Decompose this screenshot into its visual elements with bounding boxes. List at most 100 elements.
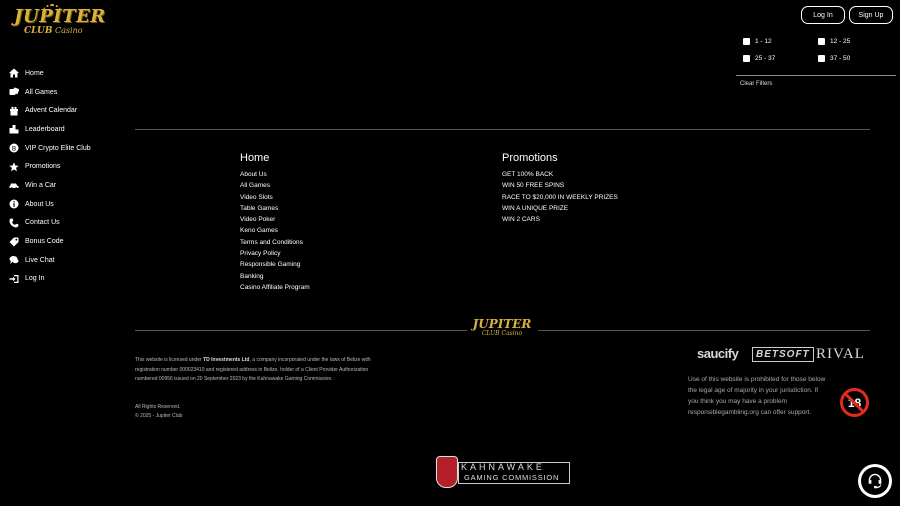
sidebar-item-label: Win a Car	[25, 181, 57, 189]
footer-link[interactable]: Video Slots	[240, 192, 310, 203]
footer-link[interactable]: Video Poker	[240, 214, 310, 225]
sidebar-item-log-in[interactable]: Log In	[8, 270, 128, 289]
footer-link[interactable]: WIN 50 FREE SPINS	[502, 180, 618, 191]
rival-logo: RIVAL	[816, 346, 865, 362]
sidebar-item-vip-crypto[interactable]: B VIP Crypto Elite Club	[8, 139, 128, 158]
saucify-logo: saucify	[697, 346, 739, 361]
leaderboard-icon	[8, 123, 20, 135]
filter-option[interactable]: 12 - 25	[818, 38, 850, 45]
filter-checkbox[interactable]	[743, 55, 750, 62]
copyright: © 2025 - Jupiter Club	[135, 413, 183, 419]
age-restriction-notice: Use of this website is prohibited for th…	[688, 376, 826, 416]
sidebar-nav: Home All Games Advent Calendar Leaderboa…	[8, 64, 128, 288]
age-18-badge: 18	[840, 388, 869, 417]
footer-link[interactable]: WIN 2 CARS	[502, 214, 618, 225]
signup-button[interactable]: Sign Up	[849, 6, 893, 24]
footer-logo-club: CLUB	[481, 330, 500, 337]
sidebar-item-label: Promotions	[25, 163, 61, 171]
kahnawake-gaming-commission-logo[interactable]: KAHNAWAKE GAMING COMMISSION	[436, 456, 570, 488]
license-company: TD Investments Ltd	[203, 357, 250, 363]
footer-top-divider	[135, 129, 870, 130]
sidebar-item-leaderboard[interactable]: Leaderboard	[8, 120, 128, 139]
footer-heading-promotions: Promotions	[502, 152, 558, 164]
filter-label: 12 - 25	[830, 38, 851, 45]
footer-links-home: About Us All Games Video Slots Table Gam…	[240, 169, 310, 293]
info-icon	[8, 198, 20, 210]
sidebar-item-label: Leaderboard	[25, 125, 65, 133]
kgc-emblem-icon	[436, 456, 458, 488]
footer-link[interactable]: Banking	[240, 271, 310, 282]
footer-link[interactable]: Terms and Conditions	[240, 237, 310, 248]
license-text-pre: This website is licensed under	[135, 357, 204, 363]
filter-checkbox[interactable]	[743, 38, 750, 45]
footer-link[interactable]: RACE TO $20,000 IN WEEKLY PRIZES	[502, 192, 618, 203]
footer-logo-title: JUPITER	[472, 317, 532, 331]
headset-icon	[861, 467, 889, 495]
gift-icon	[8, 105, 20, 117]
sidebar-item-label: VIP Crypto Elite Club	[25, 144, 91, 152]
footer-link[interactable]: WIN A UNIQUE PRIZE	[502, 203, 618, 214]
filter-divider	[736, 75, 896, 76]
footer-logo-casino: Casino	[501, 330, 523, 337]
sidebar-item-label: Live Chat	[25, 256, 55, 264]
sidebar-item-label: Log In	[25, 275, 45, 283]
license-text: This website is licensed under TD Invest…	[135, 356, 385, 385]
filter-option[interactable]: 25 - 37	[743, 55, 775, 62]
filter-checkbox[interactable]	[818, 55, 825, 62]
footer-link[interactable]: GET 100% BACK	[502, 169, 618, 180]
dice-icon	[8, 86, 20, 98]
sidebar-item-label: Advent Calendar	[25, 107, 78, 115]
phone-icon	[8, 217, 20, 229]
bitcoin-icon: B	[8, 142, 20, 154]
filter-option[interactable]: 1 - 12	[743, 38, 772, 45]
sidebar-item-home[interactable]: Home	[8, 64, 128, 83]
sidebar-item-advent-calendar[interactable]: Advent Calendar	[8, 101, 128, 120]
filter-label: 25 - 37	[755, 55, 776, 62]
footer-link[interactable]: Privacy Policy	[240, 248, 310, 259]
sidebar-item-label: Contact Us	[25, 219, 60, 227]
sidebar-item-label: Bonus Code	[25, 238, 64, 246]
footer-link[interactable]: Table Games	[240, 203, 310, 214]
footer-mid-divider-right	[538, 330, 870, 331]
sidebar-item-live-chat[interactable]: Live Chat	[8, 251, 128, 270]
chat-icon	[8, 254, 20, 266]
footer-link[interactable]: About Us	[240, 169, 310, 180]
footer-link[interactable]: Casino Affiliate Program	[240, 282, 310, 293]
sidebar-item-bonus-code[interactable]: Bonus Code	[8, 232, 128, 251]
sidebar-item-label: Home	[25, 69, 44, 77]
footer-link[interactable]: Keno Games	[240, 225, 310, 236]
filter-option[interactable]: 37 - 50	[818, 55, 850, 62]
sidebar-item-label: About Us	[25, 200, 54, 208]
copyright-block: All Rights Reserved. © 2025 - Jupiter Cl…	[135, 403, 182, 421]
tag-icon	[8, 236, 20, 248]
sidebar-item-win-a-car[interactable]: Win a Car	[8, 176, 128, 195]
site-logo[interactable]: JUPITER CLUB Casino	[14, 4, 105, 44]
footer-logo[interactable]: JUPITER CLUB Casino	[472, 318, 532, 346]
footer-link[interactable]: Responsible Gaming	[240, 259, 310, 270]
sidebar-item-all-games[interactable]: All Games	[8, 83, 128, 102]
age-18-text: 18	[847, 395, 862, 410]
sidebar-item-promotions[interactable]: Promotions	[8, 157, 128, 176]
login-button[interactable]: Log In	[801, 6, 845, 24]
sidebar-item-about-us[interactable]: About Us	[8, 195, 128, 214]
live-chat-button[interactable]	[858, 464, 892, 498]
kgc-line1: KAHNAWAKE	[461, 462, 545, 472]
login-icon	[8, 273, 20, 285]
footer-links-promotions: GET 100% BACK WIN 50 FREE SPINS RACE TO …	[502, 169, 618, 225]
svg-text:B: B	[12, 144, 16, 152]
rights-reserved: All Rights Reserved.	[135, 404, 181, 410]
filter-checkbox[interactable]	[818, 38, 825, 45]
car-icon	[8, 179, 20, 191]
footer-mid-divider-left	[135, 330, 467, 331]
sidebar-item-contact-us[interactable]: Contact Us	[8, 214, 128, 233]
kgc-line2: GAMING COMMISSION	[464, 473, 560, 482]
filter-label: 37 - 50	[830, 55, 851, 62]
footer-heading-home: Home	[240, 152, 270, 164]
betsoft-logo: BETSOFT	[752, 347, 814, 362]
home-icon	[8, 67, 20, 79]
footer-link[interactable]: All Games	[240, 180, 310, 191]
star-icon	[8, 161, 20, 173]
clear-filters-link[interactable]: Clear Filters	[740, 81, 772, 87]
logo-club: CLUB	[24, 26, 53, 36]
sidebar-item-label: All Games	[25, 88, 58, 96]
